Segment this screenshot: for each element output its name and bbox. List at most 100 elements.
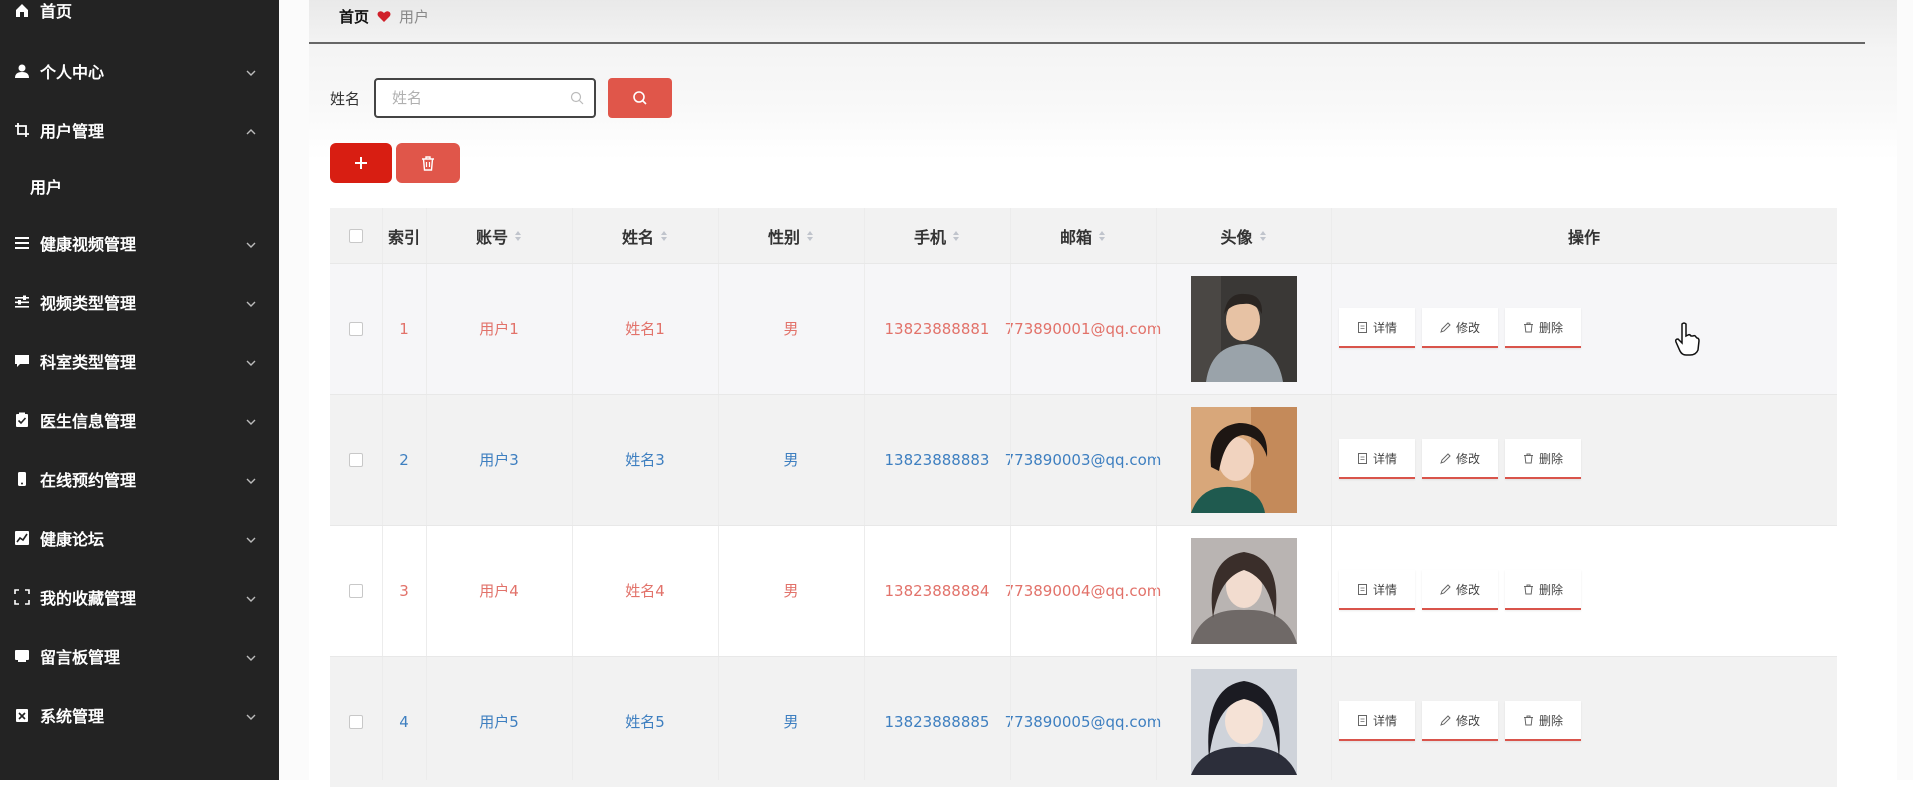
delete-button[interactable]: 删除: [1505, 308, 1581, 348]
column-divider: [1010, 208, 1011, 780]
row-name: 姓名4: [625, 582, 665, 600]
table-row: 2 用户3 姓名3 男 13823888883 773890003@qq.com…: [330, 394, 1837, 525]
breadcrumb-home[interactable]: 首页: [339, 6, 369, 27]
column-divider: [572, 208, 573, 780]
header-label: 性别: [767, 227, 800, 247]
row-divider: [330, 394, 1837, 395]
sidebar-item-system[interactable]: 系统管理: [0, 695, 279, 735]
row-index: 2: [399, 450, 409, 469]
clipboard-icon: [14, 412, 30, 428]
sidebar-item-personal-center[interactable]: 个人中心: [0, 51, 279, 91]
sort-icon: [660, 230, 668, 242]
sort-icon: [514, 230, 522, 242]
row-checkbox[interactable]: [349, 321, 363, 336]
detail-button[interactable]: 详情: [1339, 701, 1415, 741]
select-all-checkbox[interactable]: [349, 228, 363, 243]
document-icon: [1357, 321, 1367, 333]
header-email[interactable]: 邮箱: [1010, 208, 1156, 263]
detail-button[interactable]: 详情: [1339, 439, 1415, 479]
content-card: 首页 用户 姓名 索引 账号 姓名 性别 手机: [309, 0, 1897, 787]
row-email: 773890005@qq.com: [1004, 712, 1162, 731]
trash-icon: [1523, 715, 1533, 725]
detail-label: 详情: [1372, 451, 1397, 466]
sidebar-item-user-management[interactable]: 用户管理: [0, 110, 279, 150]
edit-button[interactable]: 修改: [1422, 439, 1498, 479]
detail-button[interactable]: 详情: [1339, 570, 1415, 610]
sidebar-item-doctor-info[interactable]: 医生信息管理: [0, 400, 279, 440]
chevron-down-icon: [245, 354, 257, 366]
sidebar-item-message-board[interactable]: 留言板管理: [0, 636, 279, 676]
chevron-down-icon: [245, 590, 257, 602]
detail-label: 详情: [1372, 582, 1397, 597]
sidebar-item-online-booking[interactable]: 在线预约管理: [0, 459, 279, 499]
plus-icon: [355, 157, 367, 169]
sidebar-item-home[interactable]: 首页: [0, 0, 279, 30]
search-icon: [633, 91, 647, 105]
sort-icon: [1098, 230, 1106, 242]
detail-button[interactable]: 详情: [1339, 308, 1415, 348]
sidebar-item-label: 在线预约管理: [40, 471, 137, 490]
column-divider: [718, 208, 719, 780]
edit-button[interactable]: 修改: [1422, 570, 1498, 610]
document-icon: [1357, 452, 1367, 464]
edit-icon: [1440, 583, 1451, 595]
avatar: [1190, 537, 1297, 644]
table-header: 索引 账号 姓名 性别 手机 邮箱 头像 操作: [330, 208, 1837, 263]
header-phone[interactable]: 手机: [864, 208, 1010, 263]
trash-icon: [1523, 453, 1533, 463]
search-button[interactable]: [608, 78, 672, 118]
add-button[interactable]: [330, 143, 392, 183]
sidebar-item-label: 系统管理: [40, 707, 105, 726]
row-phone: 13823888883: [884, 450, 990, 469]
message-icon: [14, 648, 30, 664]
delete-button[interactable]: 删除: [1505, 570, 1581, 610]
table-row: 1 用户1 姓名1 男 13823888881 773890001@qq.com…: [330, 263, 1837, 394]
sidebar-item-department-type[interactable]: 科室类型管理: [0, 341, 279, 381]
delete-button[interactable]: 删除: [1505, 701, 1581, 741]
header-account[interactable]: 账号: [426, 208, 572, 263]
sidebar-subitem-user[interactable]: 用户: [30, 174, 62, 198]
row-account: 用户4: [479, 582, 519, 600]
sidebar-item-health-video[interactable]: 健康视频管理: [0, 223, 279, 263]
header-label: 姓名: [621, 227, 654, 247]
search-icon: [570, 91, 584, 105]
sort-icon: [952, 230, 960, 242]
sidebar-item-label: 个人中心: [40, 63, 105, 82]
header-gender[interactable]: 性别: [718, 208, 864, 263]
row-divider: [330, 525, 1837, 526]
sidebar-item-label: 健康论坛: [40, 530, 105, 549]
search-input[interactable]: [390, 80, 574, 116]
row-checkbox[interactable]: [349, 452, 363, 467]
detail-label: 详情: [1372, 320, 1397, 335]
sidebar-item-health-forum[interactable]: 健康论坛: [0, 518, 279, 558]
delete-label: 删除: [1538, 320, 1563, 335]
header-avatar[interactable]: 头像: [1156, 208, 1331, 263]
fullscreen-icon: [14, 589, 30, 605]
sliders-icon: [14, 294, 30, 310]
row-checkbox[interactable]: [349, 714, 363, 729]
header-index: 索引: [387, 227, 420, 247]
sidebar-item-favorites[interactable]: 我的收藏管理: [0, 577, 279, 617]
chevron-down-icon: [245, 295, 257, 307]
trash-icon: [1523, 322, 1533, 332]
breadcrumb: 首页 用户: [339, 6, 429, 27]
breadcrumb-divider: [309, 42, 1865, 44]
edit-button[interactable]: 修改: [1422, 701, 1498, 741]
edit-button[interactable]: 修改: [1422, 308, 1498, 348]
column-divider: [864, 208, 865, 780]
settings-icon: [14, 707, 30, 723]
sidebar-item-video-type[interactable]: 视频类型管理: [0, 282, 279, 322]
sidebar-item-label: 视频类型管理: [40, 294, 137, 313]
crop-icon: [14, 122, 30, 138]
edit-label: 修改: [1455, 713, 1480, 728]
delete-label: 删除: [1538, 451, 1563, 466]
sidebar-item-label: 留言板管理: [40, 648, 121, 667]
row-checkbox[interactable]: [349, 583, 363, 598]
search-field: [374, 78, 596, 118]
column-divider: [1156, 208, 1157, 780]
sidebar-item-label: 健康视频管理: [40, 235, 137, 254]
header-name[interactable]: 姓名: [572, 208, 718, 263]
batch-delete-button[interactable]: [396, 143, 460, 183]
delete-button[interactable]: 删除: [1505, 439, 1581, 479]
row-index: 4: [399, 712, 409, 731]
